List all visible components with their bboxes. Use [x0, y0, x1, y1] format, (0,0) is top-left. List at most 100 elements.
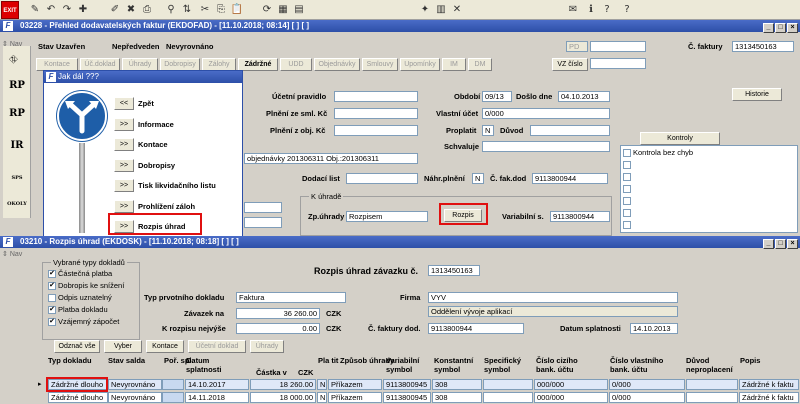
table-cell-specificky[interactable] — [483, 379, 533, 390]
tab-10[interactable]: IM — [442, 58, 466, 71]
pd-input[interactable] — [590, 41, 646, 52]
edit-icon[interactable]: ✐ — [108, 3, 122, 17]
table-cell-variabilni[interactable]: 9113800945 — [383, 392, 431, 403]
type-checkbox-item[interactable]: ✔ Dobropis ke snížení — [48, 281, 124, 291]
k-rozpisu-field[interactable]: 0.00 — [236, 323, 320, 334]
star-icon[interactable]: ✦ — [418, 3, 432, 17]
tab-9[interactable]: Upomínky — [400, 58, 440, 71]
table-cell-duvod[interactable] — [686, 392, 738, 403]
close-button[interactable]: × — [787, 23, 798, 33]
popup-item-button[interactable]: >> — [114, 158, 134, 172]
maximize-button[interactable]: □ — [775, 239, 786, 249]
table-cell-konstantni[interactable]: 308 — [432, 392, 482, 403]
popup-item-button[interactable]: << — [114, 97, 134, 110]
hidden-field-2[interactable] — [244, 217, 282, 228]
popup-item-button[interactable]: >> — [114, 138, 134, 151]
nav-toggle-2[interactable]: ⇕ Nav — [2, 250, 22, 258]
kontrola-item[interactable]: Kontrola bez chyb — [623, 148, 693, 158]
kontrola-checkbox-6[interactable] — [623, 208, 631, 217]
table-cell-por[interactable] — [162, 379, 184, 390]
action-button-1[interactable]: Vyber — [104, 340, 142, 353]
obdobi-field[interactable]: 09/13 — [482, 91, 512, 102]
table-cell-cislo_vlastniho[interactable]: 0/000 — [609, 379, 685, 390]
help-icon[interactable]: ? — [600, 3, 614, 17]
kontroly-button[interactable]: Kontroly — [640, 132, 720, 145]
ucetni-pravidlo-field[interactable] — [334, 91, 418, 102]
tab-8[interactable]: Smlouvy — [362, 58, 398, 71]
exit-button[interactable]: EXIT — [1, 1, 19, 19]
sort-icon[interactable]: ⇅ — [180, 3, 194, 17]
table-cell-castka[interactable]: 18 000.00 — [250, 392, 316, 403]
c-faktury-dod-field[interactable]: 9113800944 — [428, 323, 524, 334]
filter-icon[interactable]: ⚲ — [164, 3, 178, 17]
type-checkbox-item[interactable]: ✔ Platba dokladu — [48, 305, 108, 315]
side-item-sps[interactable]: SPS — [5, 166, 29, 190]
side-item-rp2[interactable]: RP — [5, 102, 29, 126]
plneni-z-obj-field[interactable] — [334, 125, 418, 136]
table-cell-cislo_ciziho[interactable]: 000/000 — [534, 379, 608, 390]
excel-icon[interactable]: ✕ — [450, 3, 464, 17]
table-cell-specificky[interactable] — [483, 392, 533, 403]
table-cell-zpusob[interactable]: Příkazem — [328, 379, 382, 390]
hidden-field-1[interactable] — [244, 202, 282, 213]
vlastni-ucet-field[interactable]: 0/000 — [482, 108, 610, 119]
row-marker-icon[interactable]: ▸ — [38, 379, 46, 390]
kontrola-checkbox-5[interactable] — [623, 196, 631, 205]
table-cell-pl[interactable]: N — [317, 379, 327, 390]
paste-icon[interactable]: 📋 — [230, 3, 244, 17]
table-cell-por[interactable] — [162, 392, 184, 403]
popup-item-button[interactable]: >> — [114, 117, 134, 131]
duvod-field[interactable] — [530, 125, 610, 136]
kontrola-checkbox[interactable] — [623, 149, 631, 158]
side-item-rp[interactable]: RP — [5, 74, 29, 98]
type-checkbox[interactable] — [48, 294, 56, 303]
redo-icon[interactable]: ↷ — [60, 3, 74, 17]
table-cell-cislo_ciziho[interactable]: 000/000 — [534, 392, 608, 403]
schvaluje-field[interactable] — [482, 141, 610, 152]
zp-uhrady-field[interactable]: Rozpisem — [346, 211, 428, 222]
tab-7[interactable]: Objednávky — [314, 58, 360, 71]
variabilni-field[interactable]: 9113800944 — [550, 211, 610, 222]
side-item-okoly[interactable]: OKOLY — [5, 192, 29, 216]
table-cell-castka[interactable]: 18 260.00 — [250, 379, 316, 390]
proplatit-field[interactable]: N — [482, 125, 494, 136]
tab-5[interactable]: Zádržné — [238, 58, 278, 71]
plneni-ze-sml-field[interactable] — [334, 108, 418, 119]
table-cell-popis[interactable]: Zádržné k faktu — [739, 379, 799, 390]
info-icon[interactable]: ℹ — [584, 3, 598, 17]
c-fak-dod-field[interactable]: 9113800944 — [532, 173, 608, 184]
table-icon[interactable]: ▦ — [276, 3, 290, 17]
pd-field[interactable]: PD — [566, 41, 588, 52]
table-cell-konstantni[interactable]: 308 — [432, 379, 482, 390]
zavazek-field[interactable]: 36 260.00 — [236, 308, 320, 319]
col-header-datum[interactable]: Datum splatnosti — [186, 356, 246, 374]
table-cell-datum[interactable]: 14.10.2017 — [185, 379, 249, 390]
table-cell-variabilni[interactable]: 9113800945 — [383, 379, 431, 390]
kontrola-checkbox-7[interactable] — [623, 220, 631, 229]
refresh-icon[interactable]: ⟳ — [260, 3, 274, 17]
minimize-button[interactable]: _ — [763, 23, 774, 33]
new-icon[interactable]: ✚ — [76, 3, 90, 17]
table-cell-duvod[interactable] — [686, 379, 738, 390]
help-cursor-icon[interactable]: ? — [620, 3, 634, 17]
type-checkbox-item[interactable]: ✔ Vzájemný zápočet — [48, 317, 119, 327]
col-header-typ[interactable]: Typ dokladu — [48, 356, 108, 365]
doslo-dne-field[interactable]: 04.10.2013 — [558, 91, 610, 102]
col-header-duvod[interactable]: Důvod neproplacení — [686, 356, 746, 374]
table-cell-cislo_vlastniho[interactable]: 0/000 — [609, 392, 685, 403]
c-faktury-field[interactable]: 1313450163 — [732, 41, 794, 52]
table-cell-popis[interactable]: Zádržné k faktu — [739, 392, 799, 403]
print-icon[interactable]: ⎙ — [140, 3, 154, 17]
action-button-4[interactable]: Úhrady — [250, 340, 284, 353]
type-checkbox[interactable]: ✔ — [48, 270, 56, 279]
datum-splatnosti-field[interactable]: 14.10.2013 — [630, 323, 678, 334]
mail-icon[interactable]: ✉ — [566, 3, 580, 17]
type-checkbox-item[interactable]: ✔ Částečná platba — [48, 269, 112, 279]
action-button-0[interactable]: Odznač vše — [54, 340, 100, 353]
vz-cislo-field[interactable] — [590, 58, 646, 69]
col-header-popis[interactable]: Popis — [740, 356, 796, 365]
type-checkbox[interactable]: ✔ — [48, 306, 56, 315]
calculator-icon[interactable]: ▥ — [434, 3, 448, 17]
objednavky-field[interactable]: objednávky 201306311 Obj.:201306311 — [244, 153, 418, 164]
type-checkbox[interactable]: ✔ — [48, 318, 56, 327]
